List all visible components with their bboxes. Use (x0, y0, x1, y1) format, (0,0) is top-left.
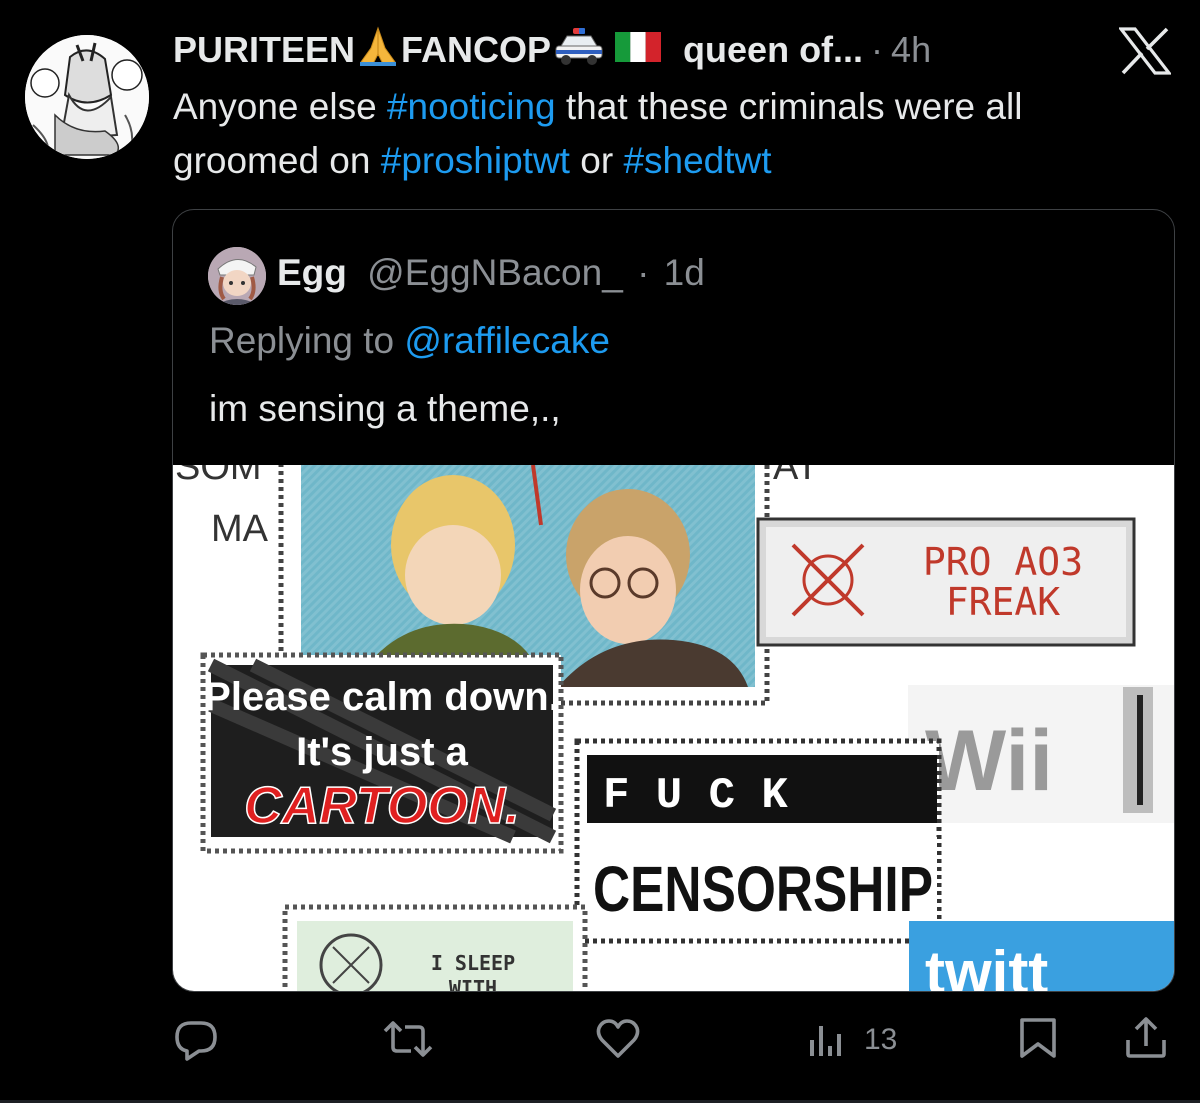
fuck-text: F U C K (603, 771, 788, 821)
cartoon-stamp: Please calm down. It's just a CARTOON. (200, 652, 564, 854)
bookmark-button[interactable] (1018, 1016, 1058, 1060)
heart-icon (596, 1019, 640, 1058)
quoted-time[interactable]: 1d (664, 252, 705, 293)
tweet-text: Anyone else #nooticing that these crimin… (173, 80, 1173, 188)
sleep-stamp: I SLEEP WITH (282, 904, 588, 991)
italy-flag-icon (615, 29, 662, 71)
share-button[interactable] (1124, 1014, 1168, 1060)
censorship-text: CENSORSHIP (593, 853, 933, 925)
calm-line-3: CARTOON. (244, 777, 519, 835)
som-fragment: SOM (175, 465, 262, 488)
ma-text: MA (211, 508, 269, 550)
quoted-display-name[interactable]: Egg (277, 252, 347, 293)
media-collage: SOM MA AT Please calm down. It's just a … (175, 465, 1174, 991)
share-icon (1126, 1017, 1166, 1058)
twitter-stamp: twitt (909, 921, 1174, 991)
manga-avatar-image (25, 35, 149, 159)
hashtag-nooticing[interactable]: #nooticing (387, 86, 556, 127)
separator-dot: · (637, 252, 650, 293)
like-button[interactable] (595, 1018, 641, 1060)
views-icon (810, 1026, 841, 1056)
hashtag-proshiptwt[interactable]: #proshiptwt (381, 140, 570, 181)
retweet-icon (383, 1021, 433, 1057)
mention-raffilecake[interactable]: @raffilecake (404, 320, 610, 361)
views-button[interactable]: 13 (806, 1020, 897, 1060)
quoted-header: Egg @EggNBacon_ · 1d (277, 252, 705, 294)
tweet-time[interactable]: 4h (891, 29, 931, 71)
quoted-avatar-image (208, 247, 266, 305)
sleep-line-1: I SLEEP (431, 951, 515, 975)
x-logo-icon[interactable] (1117, 27, 1173, 75)
calm-line-1: Please calm down. (204, 675, 560, 719)
tweet-header: PURITEEN FANCOP queen of... · 4h (173, 25, 931, 75)
tweet-text-part: or (569, 140, 624, 181)
retweet-button[interactable] (383, 1017, 433, 1061)
separator-dot: · (871, 29, 884, 70)
hashtag-shedtwt[interactable]: #shedtwt (623, 140, 771, 181)
twitter-fragment: twitt (925, 939, 1048, 991)
censorship-stamp: F U C K CENSORSHIP (574, 738, 942, 944)
wii-text: Wii (925, 713, 1053, 809)
quoted-media-image[interactable]: SOM MA AT Please calm down. It's just a … (173, 465, 1174, 991)
police-car-icon (553, 26, 605, 75)
views-count: 13 (864, 1023, 898, 1056)
ao3-line-2: FREAK (946, 580, 1061, 624)
wii-stamp: Wii (908, 685, 1174, 823)
quoted-user-avatar[interactable] (208, 247, 266, 305)
ao3-stamp: PRO AO3 FREAK (756, 517, 1136, 647)
quoted-tweet[interactable]: Egg @EggNBacon_ · 1d Replying to @raffil… (172, 209, 1175, 992)
reply-icon (175, 1021, 217, 1061)
quoted-text: im sensing a theme,., (209, 388, 561, 429)
sleep-line-2: WITH (449, 976, 497, 991)
replying-to: Replying to @raffilecake (209, 320, 610, 362)
quoted-handle[interactable]: @EggNBacon_ (367, 252, 623, 293)
replying-prefix: Replying to (209, 320, 405, 361)
tweet-text-part: Anyone else (173, 86, 387, 127)
praying-hands-icon (357, 25, 399, 75)
calm-line-2: It's just a (296, 730, 469, 774)
user-avatar[interactable] (25, 35, 149, 159)
ao3-line-1: PRO AO3 (923, 540, 1083, 584)
reply-button[interactable] (173, 1017, 219, 1061)
display-name-2[interactable]: FANCOP (401, 29, 551, 71)
at-fragment: AT (773, 465, 819, 488)
display-name[interactable]: PURITEEN (173, 29, 355, 71)
user-handle[interactable]: queen of... (683, 29, 863, 71)
bookmark-icon (1020, 1018, 1056, 1058)
